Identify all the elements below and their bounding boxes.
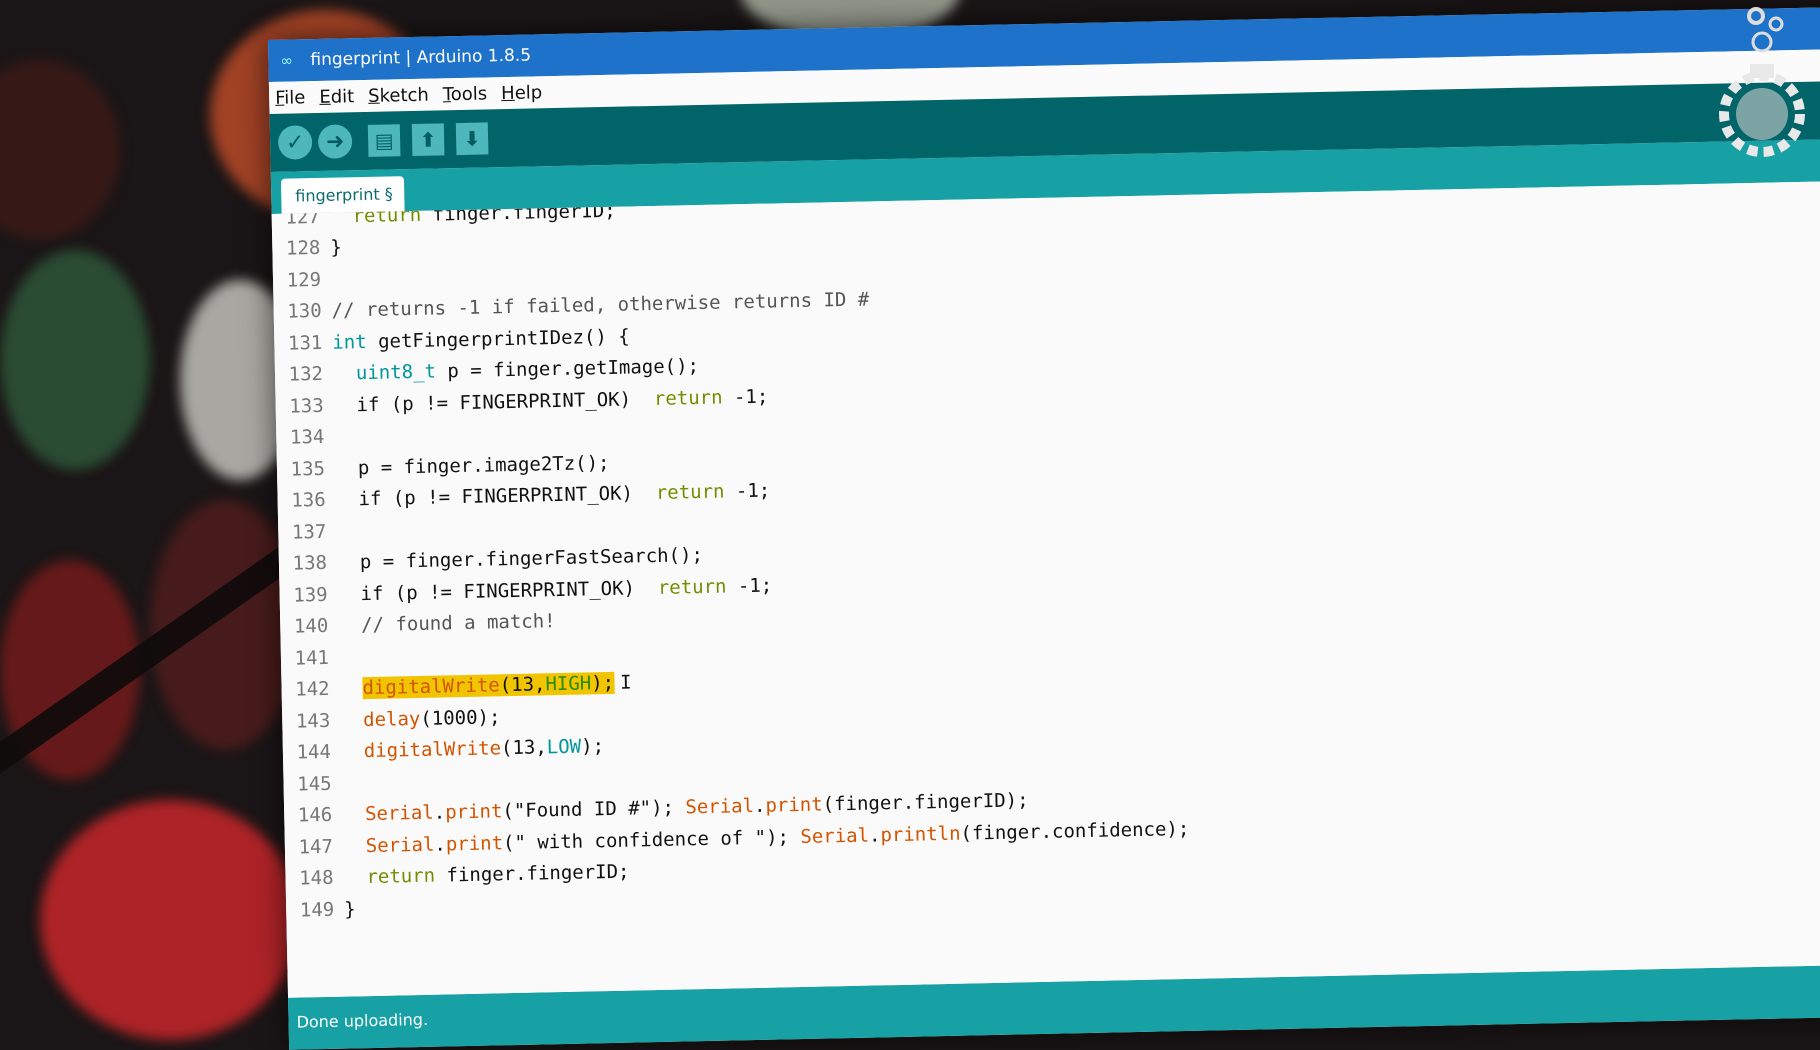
open-sketch-button[interactable]: ⬆ [411, 123, 445, 157]
code-editor[interactable]: 127 return finger.fingerID; 128} 129 130// … [271, 180, 1820, 998]
window-title: fingerprint | Arduino 1.8.5 [310, 45, 532, 71]
line-number: 145 [297, 772, 332, 796]
code-text[interactable]: digitalWrite(13,HIGH); I [339, 671, 632, 700]
check-icon: ✓ [285, 129, 305, 156]
menu-help[interactable]: Help [501, 82, 542, 104]
code-text[interactable]: if (p != FINGERPRINT_OK) return -1; [335, 480, 770, 511]
line-number: 135 [290, 457, 326, 481]
line-number: 131 [287, 331, 323, 355]
code-text[interactable]: uint8_t p = finger.getImage(); [333, 355, 700, 385]
line-number: 137 [291, 520, 327, 544]
line-number: 132 [288, 363, 324, 386]
line-number: 133 [289, 394, 324, 418]
line-number: 134 [289, 426, 325, 449]
text-cursor-icon: I [619, 671, 632, 695]
arrow-right-icon: ➜ [325, 128, 345, 155]
tab-fingerprint[interactable]: fingerprint § [280, 176, 406, 214]
arduino-ide-window: ∞ fingerprint | Arduino 1.8.5 File Edit … [268, 6, 1820, 1050]
code-text[interactable]: if (p != FINGERPRINT_OK) return -1; [333, 385, 768, 416]
line-number: 141 [294, 646, 330, 670]
document-icon: ▤ [374, 128, 394, 153]
code-text[interactable]: p = finger.image2Tz(); [335, 452, 610, 480]
code-text[interactable]: delay(1000); [340, 706, 501, 731]
line-number: 142 [295, 678, 330, 701]
bokeh-light [0, 60, 120, 240]
line-number: 136 [291, 489, 326, 512]
arduino-logo-icon: ∞ [280, 51, 294, 70]
code-text[interactable]: } [344, 898, 356, 920]
gear-logo-icon [1719, 7, 1805, 157]
code-text[interactable]: } [330, 237, 342, 259]
verify-button[interactable]: ✓ [277, 125, 313, 160]
bokeh-light [40, 800, 300, 1040]
upload-button[interactable]: ➜ [317, 124, 353, 159]
line-number: 149 [299, 898, 335, 922]
menu-file[interactable]: File [275, 87, 306, 109]
code-lines: 127 return finger.fingerID; 128} 129 130// … [272, 183, 1191, 926]
line-number: 139 [293, 583, 328, 607]
line-number: 143 [295, 709, 331, 733]
line-number: 146 [297, 804, 333, 827]
code-text[interactable]: int getFingerprintIDez() { [332, 325, 630, 353]
line-number: 129 [286, 268, 322, 292]
code-text[interactable]: return finger.fingerID; [343, 861, 630, 889]
save-sketch-button[interactable]: ⬇ [455, 122, 489, 156]
line-number: 148 [299, 867, 334, 890]
arrow-up-icon: ⬆ [419, 127, 437, 152]
new-sketch-button[interactable]: ▤ [367, 124, 401, 157]
selected-code: digitalWrite(13,HIGH); [362, 672, 615, 700]
line-number: 128 [285, 237, 321, 260]
code-text[interactable]: digitalWrite(13,LOW); [341, 735, 605, 763]
arrow-down-icon: ⬇ [463, 126, 481, 151]
line-number: 140 [293, 615, 329, 638]
line-number: 130 [287, 300, 322, 323]
line-number: 147 [298, 835, 334, 859]
code-text[interactable]: if (p != FINGERPRINT_OK) return -1; [337, 574, 772, 605]
code-text[interactable]: // found a match! [338, 610, 556, 637]
menu-edit[interactable]: Edit [319, 86, 354, 108]
menu-tools[interactable]: Tools [443, 83, 488, 105]
bokeh-light [0, 250, 150, 470]
menu-sketch[interactable]: Sketch [368, 84, 429, 106]
code-text[interactable]: p = finger.fingerFastSearch(); [337, 544, 704, 574]
line-number: 138 [292, 552, 328, 575]
status-text: Done uploading. [296, 1009, 429, 1032]
line-number: 144 [296, 741, 332, 764]
